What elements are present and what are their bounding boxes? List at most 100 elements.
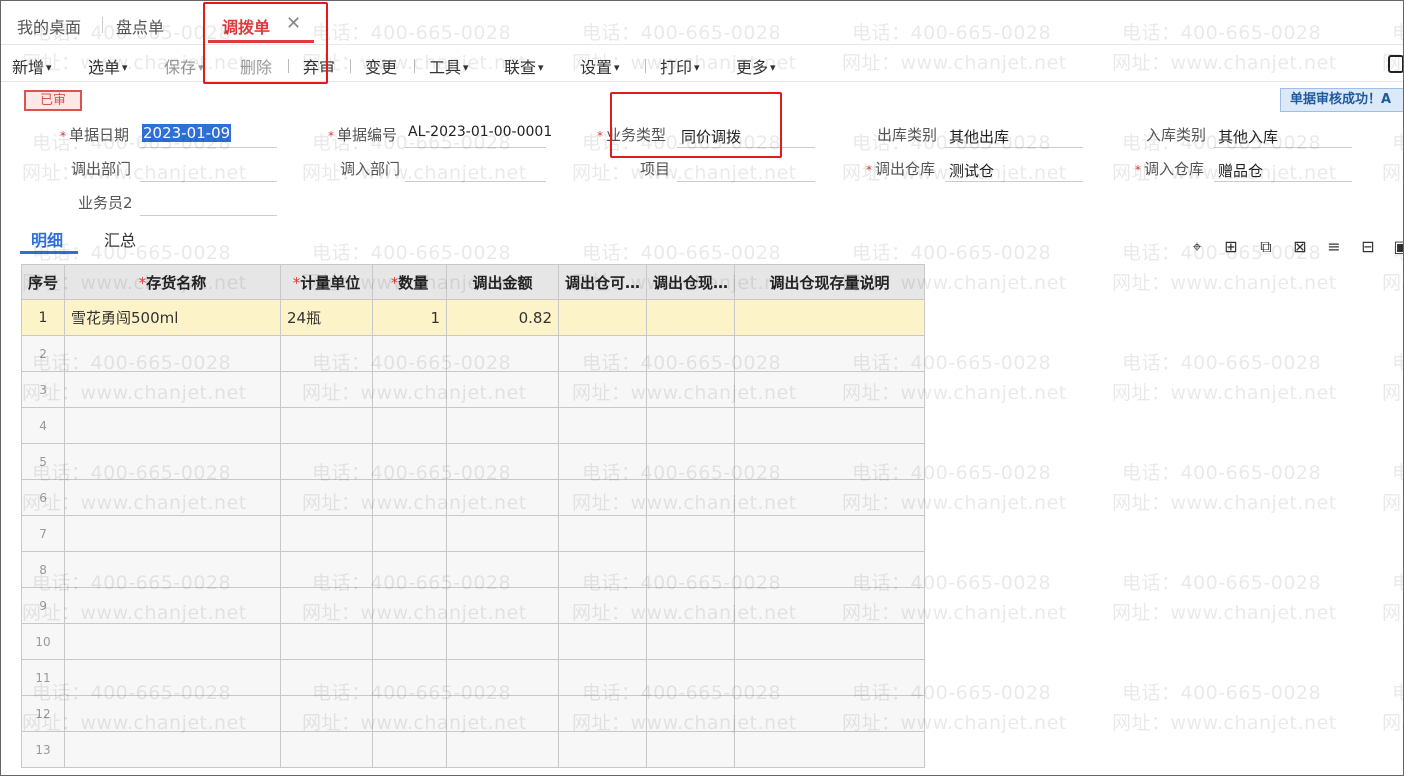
out-dept-field[interactable] (140, 181, 277, 182)
cell-note[interactable] (734, 335, 926, 372)
cell-qty[interactable]: 1 (372, 299, 448, 336)
change-button[interactable]: 变更 (365, 54, 397, 78)
cell-unit[interactable] (280, 479, 374, 516)
out-wh-field[interactable]: 测试仓 (949, 160, 994, 181)
cell-name[interactable] (64, 479, 282, 516)
code-field[interactable]: AL-2023-01-00-0001 (408, 124, 552, 140)
cell-avail[interactable] (558, 299, 648, 336)
table-row[interactable]: 11 (20, 659, 926, 696)
cell-avail[interactable] (558, 515, 648, 552)
print-menu[interactable]: 打印 ▾ (660, 54, 700, 78)
cell-avail[interactable] (558, 695, 648, 732)
cell-qty[interactable] (372, 515, 448, 552)
cell-amount[interactable] (446, 407, 560, 444)
col-note[interactable]: 调出仓现存量说明 (734, 264, 926, 300)
table-row[interactable]: 6 (20, 479, 926, 516)
cell-avail[interactable] (558, 335, 648, 372)
cell-name[interactable] (64, 407, 282, 444)
cell-amount[interactable] (446, 659, 560, 696)
cell-current[interactable] (646, 587, 736, 624)
cell-unit[interactable]: 24瓶 (280, 299, 374, 336)
cell-avail[interactable] (558, 443, 648, 480)
camera-icon[interactable] (1388, 55, 1404, 73)
cell-amount[interactable]: 0.82 (446, 299, 560, 336)
cell-name[interactable] (64, 623, 282, 660)
cell-qty[interactable] (372, 587, 448, 624)
in-type-field[interactable]: 其他入库 (1218, 126, 1278, 147)
table-row[interactable]: 7 (20, 515, 926, 552)
cell-note[interactable] (734, 731, 926, 768)
cell-note[interactable] (734, 695, 926, 732)
cell-amount[interactable] (446, 695, 560, 732)
cell-current[interactable] (646, 335, 736, 372)
tools-menu[interactable]: 工具 ▾ (429, 54, 469, 78)
cell-note[interactable] (734, 299, 926, 336)
cell-unit[interactable] (280, 695, 374, 732)
cell-note[interactable] (734, 587, 926, 624)
table-row[interactable]: 5 (20, 443, 926, 480)
col-amount[interactable]: 调出金额 (446, 264, 560, 300)
cell-amount[interactable] (446, 515, 560, 552)
cell-qty[interactable] (372, 659, 448, 696)
cell-avail[interactable] (558, 479, 648, 516)
linkquery-menu[interactable]: 联查 ▾ (504, 54, 544, 78)
settings-menu[interactable]: 设置 ▾ (580, 54, 620, 78)
tab-desktop[interactable]: 我的桌面 (17, 14, 81, 38)
delete-button[interactable]: 删除 (240, 54, 272, 78)
tab-transfer-order[interactable]: 调拨单 (222, 14, 270, 38)
table-row[interactable]: 9 (20, 587, 926, 624)
col-idx[interactable]: 序号 (20, 264, 66, 300)
location-icon[interactable]: ⌖ (1188, 238, 1206, 256)
cell-current[interactable] (646, 551, 736, 588)
cell-current[interactable] (646, 695, 736, 732)
cell-qty[interactable] (372, 695, 448, 732)
table-row[interactable]: 13 (20, 731, 926, 768)
col-name[interactable]: *存货名称 (64, 264, 282, 300)
cell-avail[interactable] (558, 371, 648, 408)
unapprove-button[interactable]: 弃审 (303, 54, 335, 78)
cell-amount[interactable] (446, 731, 560, 768)
cell-note[interactable] (734, 515, 926, 552)
cell-name[interactable] (64, 371, 282, 408)
cell-amount[interactable] (446, 551, 560, 588)
cell-name[interactable] (64, 731, 282, 768)
cell-avail[interactable] (558, 659, 648, 696)
tab-detail[interactable]: 明细 (31, 227, 63, 251)
cell-unit[interactable] (280, 407, 374, 444)
col-unit[interactable]: *计量单位 (280, 264, 374, 300)
cell-note[interactable] (734, 407, 926, 444)
cell-note[interactable] (734, 659, 926, 696)
close-icon[interactable]: ✕ (286, 13, 301, 34)
delete-row-icon[interactable]: ⊠ (1291, 238, 1309, 256)
cell-name[interactable] (64, 551, 282, 588)
table-row[interactable]: 8 (20, 551, 926, 588)
cell-current[interactable] (646, 515, 736, 552)
cell-qty[interactable] (372, 731, 448, 768)
cell-unit[interactable] (280, 587, 374, 624)
cell-avail[interactable] (558, 587, 648, 624)
table-row[interactable]: 4 (20, 407, 926, 444)
cell-note[interactable] (734, 551, 926, 588)
cell-avail[interactable] (558, 551, 648, 588)
add-row-icon[interactable]: ⊞ (1222, 238, 1240, 256)
salesman-field[interactable] (140, 215, 277, 216)
cell-qty[interactable] (372, 407, 448, 444)
table-row[interactable]: 3 (20, 371, 926, 408)
cell-current[interactable] (646, 731, 736, 768)
table-row[interactable]: 12 (20, 695, 926, 732)
biz-type-field[interactable]: 同价调拨 (681, 126, 741, 147)
cell-name[interactable] (64, 587, 282, 624)
cell-amount[interactable] (446, 623, 560, 660)
cell-avail[interactable] (558, 407, 648, 444)
image-icon[interactable]: ▣ (1392, 238, 1404, 256)
project-field[interactable] (677, 181, 815, 182)
cell-note[interactable] (734, 479, 926, 516)
date-field[interactable]: 2023-01-09 (142, 124, 232, 142)
select-button[interactable]: 选单 ▾ (88, 54, 128, 78)
cell-unit[interactable] (280, 371, 374, 408)
cell-qty[interactable] (372, 335, 448, 372)
cell-amount[interactable] (446, 587, 560, 624)
cell-name[interactable] (64, 659, 282, 696)
cell-qty[interactable] (372, 479, 448, 516)
cell-name[interactable] (64, 695, 282, 732)
